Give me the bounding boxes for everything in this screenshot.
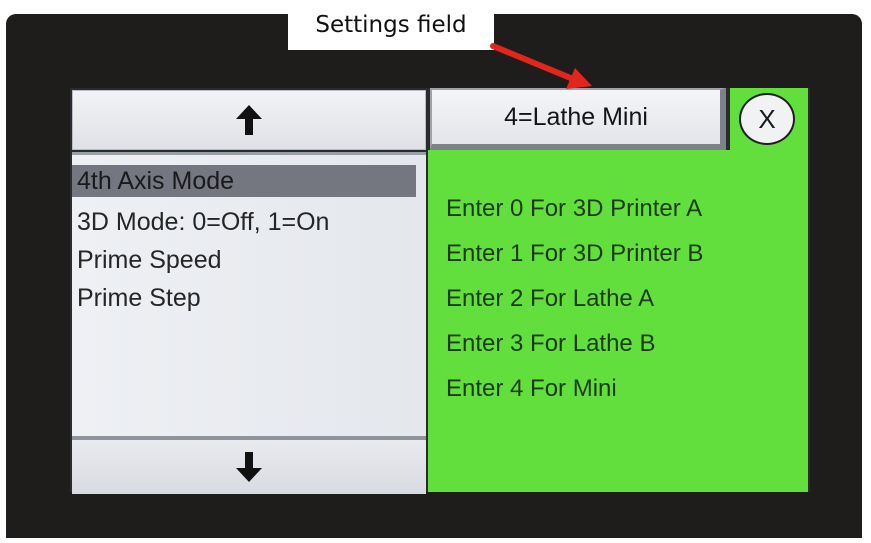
arrow-down-icon [236,452,262,482]
annotation-text: Settings field [315,12,467,38]
help-line: Enter 4 For Mini [446,375,617,402]
settings-value-field[interactable]: 4=Lathe Mini [430,88,726,150]
help-line: Enter 3 For Lathe B [446,330,656,357]
scroll-down-button[interactable] [72,436,426,494]
arrow-up-icon [236,105,262,135]
list-item-4th-axis-mode[interactable]: 4th Axis Mode [72,165,416,197]
settings-list: 4th Axis Mode 3D Mode: 0=Off, 1=On Prime… [72,152,426,436]
help-line: Enter 0 For 3D Printer A [446,195,703,222]
list-item-prime-speed[interactable]: Prime Speed [72,241,426,279]
list-item-3d-mode[interactable]: 3D Mode: 0=Off, 1=On [72,203,426,241]
annotation-label: Settings field [288,0,494,50]
help-line: Enter 1 For 3D Printer B [446,240,704,267]
close-button[interactable]: X [739,93,795,145]
list-item-prime-step[interactable]: Prime Step [72,279,426,317]
close-icon: X [758,103,776,134]
scroll-up-button[interactable] [72,90,426,150]
help-list: Enter 0 For 3D Printer A Enter 1 For 3D … [446,186,796,411]
help-line: Enter 2 For Lathe A [446,285,655,312]
settings-value: 4=Lathe Mini [504,102,648,131]
